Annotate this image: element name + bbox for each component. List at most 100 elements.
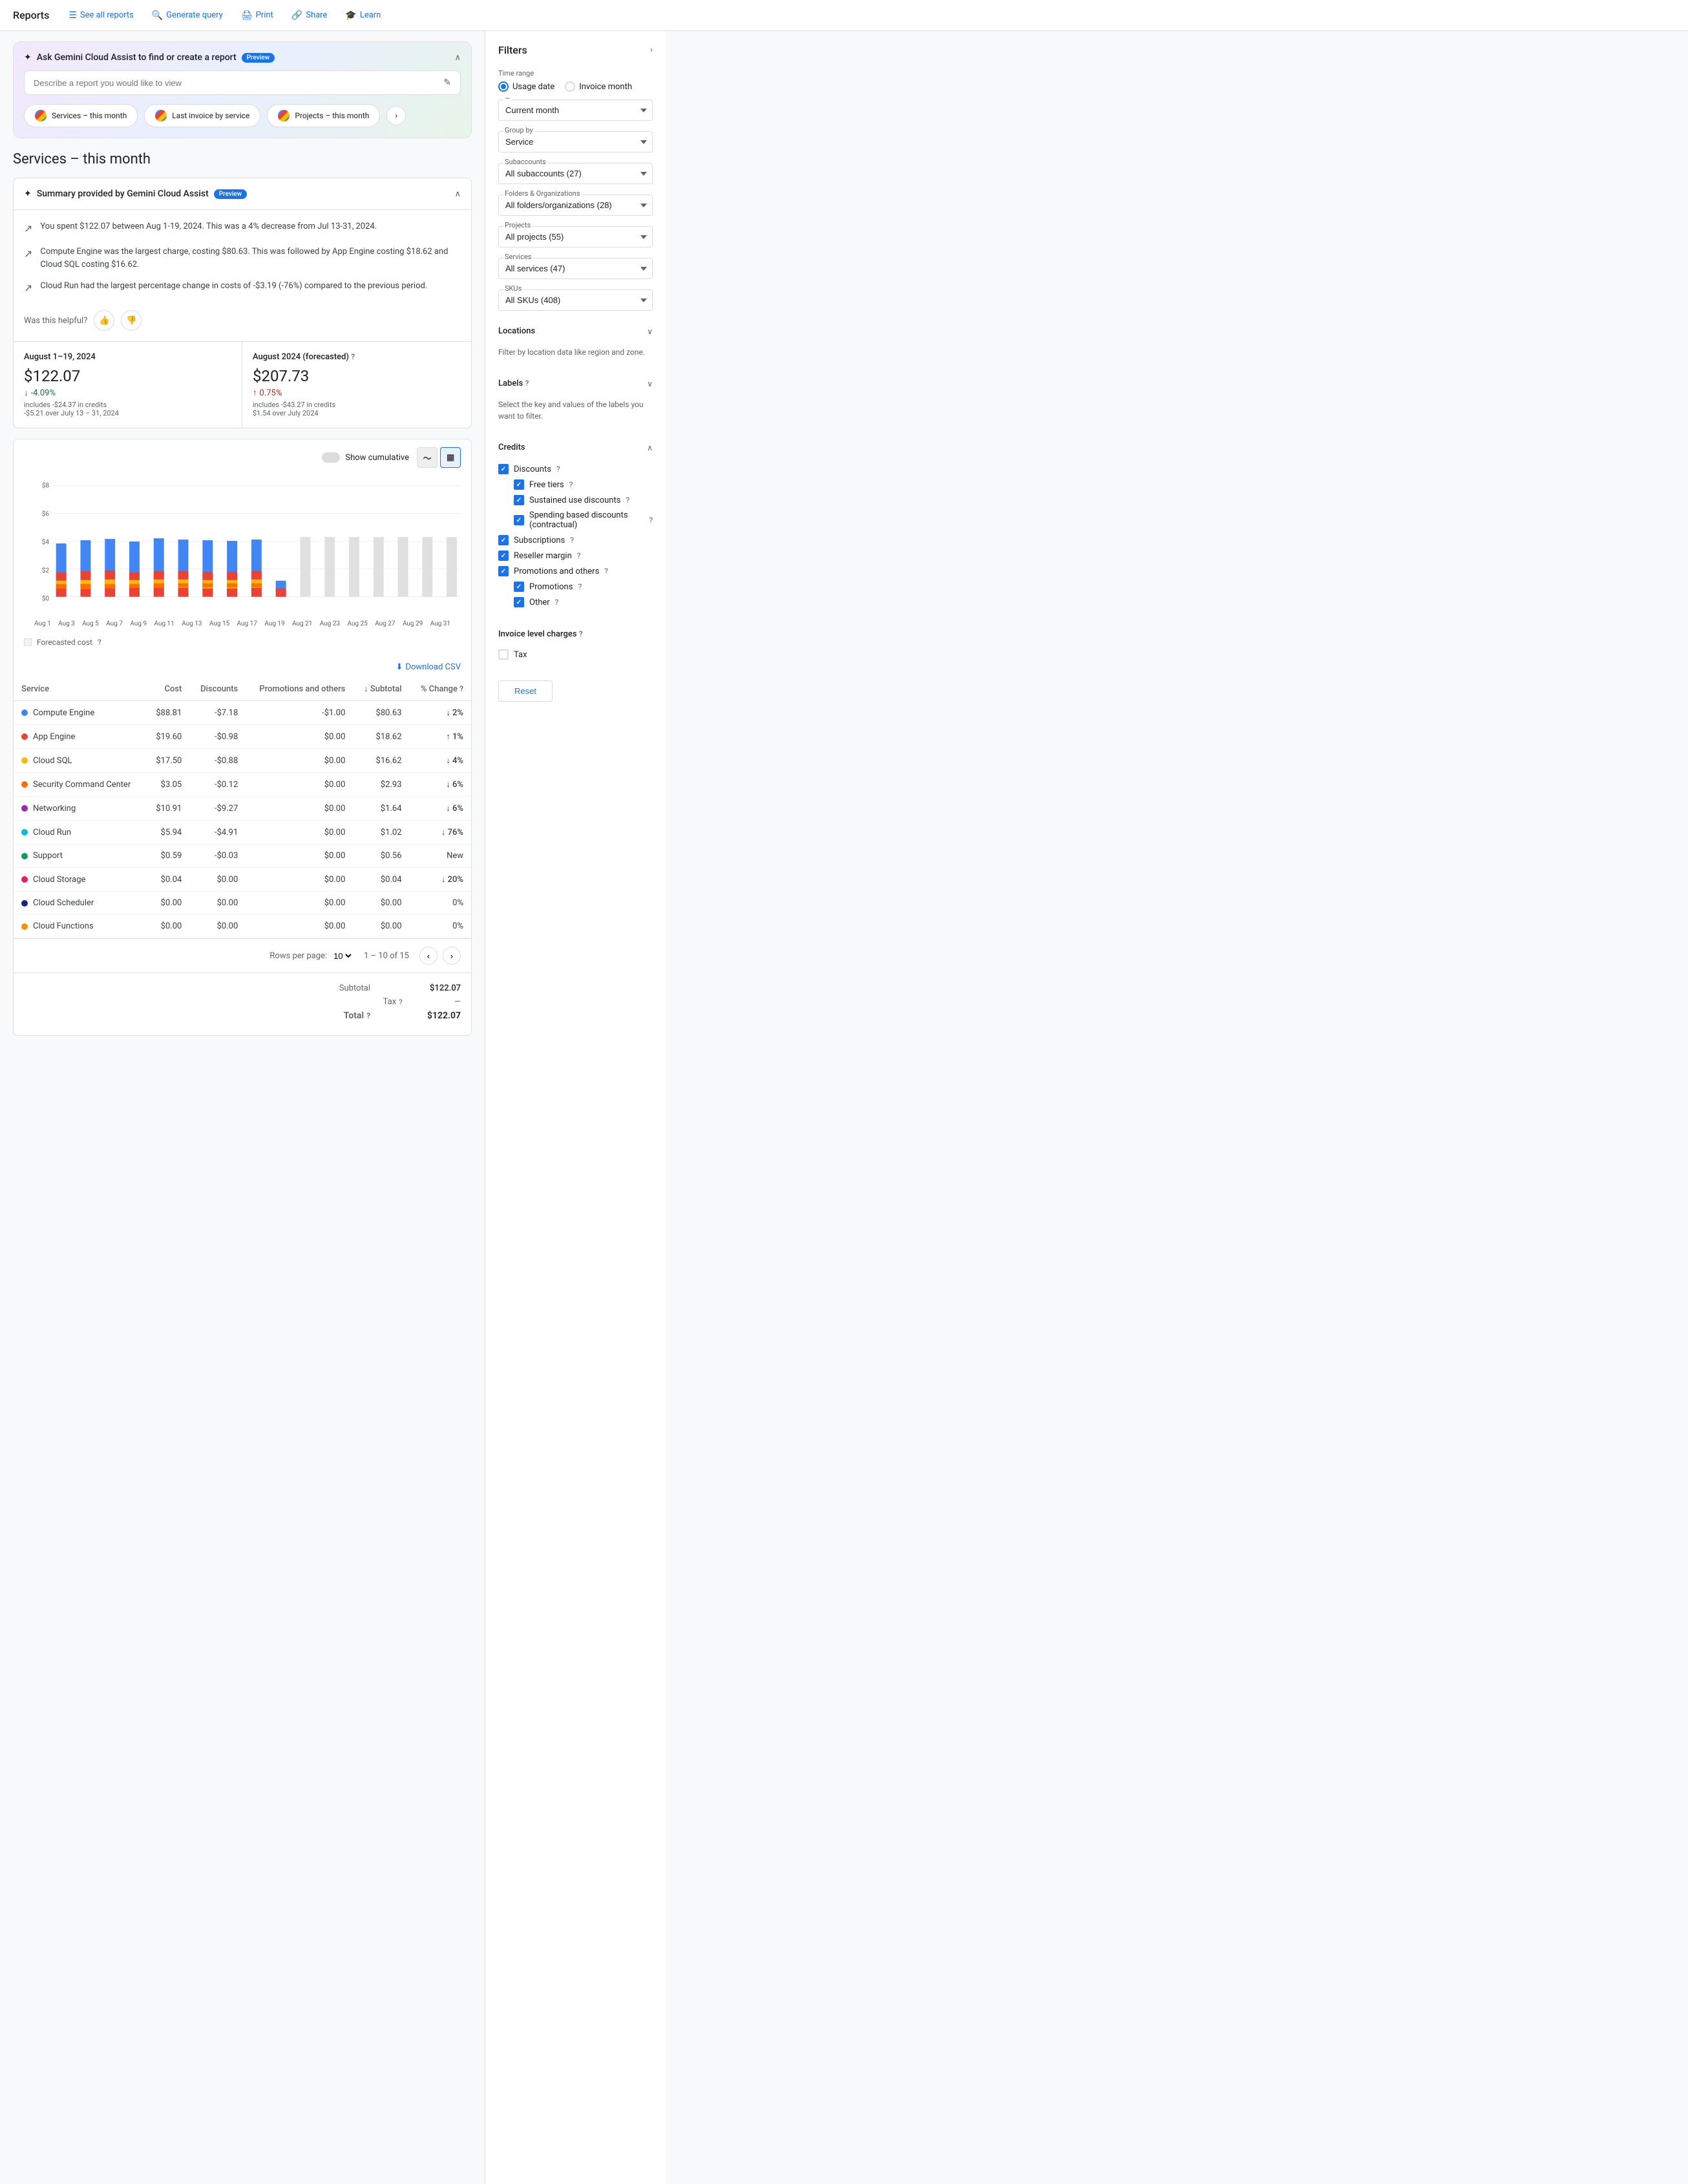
gemini-input-wrapper: ✎	[24, 70, 461, 95]
quick-tab-last-invoice[interactable]: Last invoice by service	[144, 104, 260, 127]
promotions-others-check-icon	[498, 566, 509, 576]
print-link[interactable]: 🖨 Print	[235, 6, 280, 25]
discounts-cell: -$0.03	[189, 845, 246, 868]
thumbs-down-btn[interactable]: 👎	[121, 310, 142, 331]
metric-current: August 1–19, 2024 $122.07 ↓ -4.09% inclu…	[14, 342, 242, 428]
filter-subaccounts: Subaccounts All subaccounts (27)	[498, 163, 653, 184]
discounts-help-icon[interactable]: ?	[556, 465, 560, 474]
promotions-cell: $0.00	[246, 915, 353, 938]
summary-collapse-icon[interactable]: ∧	[454, 189, 461, 199]
promotions-cell: $0.00	[246, 892, 353, 915]
promotions-help-icon[interactable]: ?	[578, 582, 582, 591]
filter-projects: Projects All projects (55)	[498, 226, 653, 247]
subscriptions-checkbox[interactable]: Subscriptions ?	[498, 532, 653, 548]
filters-collapse-btn[interactable]: ›	[650, 45, 653, 55]
next-page-btn[interactable]: ›	[443, 947, 461, 965]
totals-tax-row: Tax ? —	[24, 997, 461, 1007]
invoice-month-option[interactable]: Invoice month	[565, 81, 632, 92]
current-month-select[interactable]: Current month Last month Last 3 months C…	[498, 100, 653, 121]
usage-date-radio[interactable]	[498, 81, 509, 92]
reseller-margin-checkbox[interactable]: Reseller margin ?	[498, 548, 653, 563]
tab-icon-services	[35, 110, 47, 121]
invoice-charges-header: Invoice level charges ?	[498, 624, 653, 644]
table-row: Networking $10.91 -$9.27 $0.00 $1.64 ↓ 6…	[14, 797, 471, 821]
promotions-others-checkbox[interactable]: Promotions and others ?	[498, 563, 653, 579]
cumulative-toggle[interactable]: Show cumulative	[322, 452, 409, 463]
tax-checkbox-item[interactable]: Tax	[498, 644, 653, 665]
gemini-section: ✦ Ask Gemini Cloud Assist to find or cre…	[13, 41, 472, 138]
spending-based-check-icon	[514, 515, 524, 525]
quick-tab-projects[interactable]: Projects – this month	[267, 104, 380, 127]
totals-subtotal-row: Subtotal $122.07	[24, 983, 461, 993]
cost-cell: $0.04	[146, 868, 190, 892]
locations-title: Locations	[498, 326, 535, 336]
subscriptions-help-icon[interactable]: ?	[570, 536, 574, 545]
promotions-checkbox[interactable]: Promotions ?	[498, 579, 653, 594]
gemini-input[interactable]	[34, 78, 437, 88]
gemini-collapse-icon[interactable]: ∧	[454, 53, 461, 63]
subaccounts-wrap: Subaccounts All subaccounts (27)	[498, 163, 653, 184]
quick-tab-services[interactable]: Services – this month	[24, 104, 138, 127]
filter-labels: Labels ? ∨ Select the key and values of …	[498, 373, 653, 427]
reseller-help-icon[interactable]: ?	[577, 551, 581, 560]
spending-help-icon[interactable]: ?	[649, 516, 653, 525]
learn-link[interactable]: 🎓 Learn	[339, 6, 387, 25]
line-chart-btn[interactable]: 〜	[417, 447, 438, 468]
legend-box-forecast	[24, 638, 32, 646]
generate-query-link[interactable]: 🔍 Generate query	[145, 6, 229, 25]
see-all-reports-link[interactable]: ☰ See all reports	[62, 6, 140, 25]
total-help-icon[interactable]: ?	[366, 1011, 370, 1020]
share-link[interactable]: 🔗 Share	[285, 6, 334, 25]
promotions-others-help-icon[interactable]: ?	[604, 567, 608, 576]
prev-page-btn[interactable]: ‹	[419, 947, 438, 965]
edit-icon: ✎	[443, 78, 451, 88]
forecast-help-icon[interactable]: ?	[98, 638, 101, 647]
skus-wrap: SKUs All SKUs (408)	[498, 289, 653, 311]
invoice-charges-help-icon[interactable]: ?	[579, 629, 583, 638]
locations-header[interactable]: Locations ∨	[498, 321, 653, 341]
locations-desc: Filter by location data like region and …	[498, 341, 653, 363]
total-label: Total ?	[344, 1011, 370, 1021]
list-icon: ☰	[69, 10, 77, 21]
forecasted-help-icon[interactable]: ?	[351, 352, 355, 361]
invoice-month-radio[interactable]	[565, 81, 575, 92]
labels-help-icon[interactable]: ?	[525, 379, 529, 388]
change-cell: ↓ 76%	[410, 821, 471, 845]
subtotal-cell: $2.93	[353, 773, 409, 797]
subtotal-cell: $18.62	[353, 725, 409, 749]
change-cell: ↓ 2%	[410, 701, 471, 725]
labels-header[interactable]: Labels ? ∨	[498, 373, 653, 394]
cost-cell: $0.00	[146, 892, 190, 915]
reseller-check-icon	[498, 551, 509, 561]
col-service: Service	[14, 677, 146, 701]
subtotal-cell: $16.62	[353, 749, 409, 773]
summary-card-title: ✦ Summary provided by Gemini Cloud Assis…	[24, 189, 247, 199]
sustained-help-icon[interactable]: ?	[626, 496, 629, 505]
usage-date-option[interactable]: Usage date	[498, 81, 554, 92]
trend-icon-3: ↗	[24, 280, 32, 296]
discounts-cell: -$4.91	[189, 821, 246, 845]
free-tiers-checkbox[interactable]: Free tiers ?	[498, 477, 653, 492]
download-csv-link[interactable]: ⬇ Download CSV	[396, 662, 461, 672]
subtotal-cell: $1.64	[353, 797, 409, 821]
reset-filters-btn[interactable]: Reset	[498, 680, 553, 702]
rows-select[interactable]: 10 25 50	[331, 950, 353, 961]
free-tiers-help-icon[interactable]: ?	[569, 480, 573, 489]
tax-help-icon[interactable]: ?	[399, 998, 403, 1007]
other-help-icon[interactable]: ?	[555, 598, 559, 607]
spending-based-checkbox[interactable]: Spending based discounts (contractual) ?	[498, 508, 653, 532]
summary-card-header: ✦ Summary provided by Gemini Cloud Assis…	[14, 178, 471, 210]
other-checkbox[interactable]: Other ?	[498, 594, 653, 610]
credits-header[interactable]: Credits ∧	[498, 437, 653, 457]
sustained-use-checkbox[interactable]: Sustained use discounts ?	[498, 492, 653, 508]
tab-icon-invoice	[155, 110, 167, 121]
subtotal-cell: $0.00	[353, 892, 409, 915]
bar-chart-btn[interactable]: ▦	[440, 447, 461, 468]
quick-tabs: Services – this month Last invoice by se…	[24, 104, 380, 127]
thumbs-up-btn[interactable]: 👍	[94, 310, 114, 331]
table-row: Security Command Center $3.05 -$0.12 $0.…	[14, 773, 471, 797]
change-help-icon[interactable]: ?	[459, 684, 463, 693]
discounts-checkbox[interactable]: Discounts ?	[498, 461, 653, 477]
scroll-right-arrow[interactable]: ›	[386, 106, 406, 125]
chart-card: Show cumulative 〜 ▦ $8 $6 $4 $2 $0	[13, 439, 472, 1036]
